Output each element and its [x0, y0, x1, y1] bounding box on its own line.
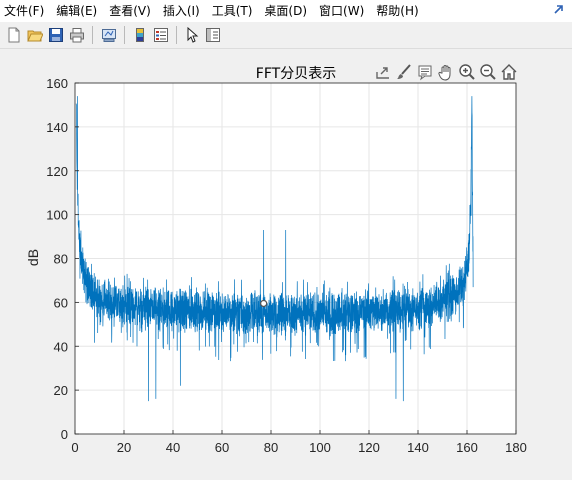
- menu-view[interactable]: 查看(V): [103, 0, 157, 22]
- open-file-icon[interactable]: [25, 25, 45, 45]
- toolbar-separator: [124, 26, 125, 44]
- axes-toolbar: [374, 63, 522, 81]
- brush-icon[interactable]: [395, 63, 413, 81]
- zoom-in-icon[interactable]: [458, 63, 476, 81]
- new-figure-icon[interactable]: [4, 25, 24, 45]
- x-tick-label: 100: [309, 440, 331, 455]
- data-tips-icon[interactable]: [416, 63, 434, 81]
- menu-help[interactable]: 帮助(H): [370, 0, 424, 22]
- save-icon[interactable]: [46, 25, 66, 45]
- x-tick-label: 20: [117, 440, 131, 455]
- x-tick-label: 0: [71, 440, 78, 455]
- link-plot-icon[interactable]: [99, 25, 119, 45]
- menu-bar: 文件(F) 编辑(E) 查看(V) 插入(I) 工具(T) 桌面(D) 窗口(W…: [0, 0, 572, 22]
- home-icon[interactable]: [500, 63, 518, 81]
- y-tick-label: 20: [54, 383, 68, 398]
- zoom-out-icon[interactable]: [479, 63, 497, 81]
- y-tick-label: 40: [54, 339, 68, 354]
- menu-insert[interactable]: 插入(I): [157, 0, 206, 22]
- y-tick-label: 160: [46, 76, 68, 91]
- insert-colorbar-icon[interactable]: [130, 25, 150, 45]
- chart-title: FFT分贝表示: [256, 66, 336, 82]
- x-tick-label: 60: [215, 440, 229, 455]
- x-tick-label: 180: [505, 440, 527, 455]
- y-tick-label: 60: [54, 295, 68, 310]
- x-tick-label: 140: [407, 440, 429, 455]
- data-marker[interactable]: [260, 299, 268, 308]
- pan-hand-icon[interactable]: [437, 63, 455, 81]
- edit-plot-arrow-icon[interactable]: [182, 25, 202, 45]
- x-tick-label: 40: [166, 440, 180, 455]
- menu-tools[interactable]: 工具(T): [206, 0, 259, 22]
- property-inspector-icon[interactable]: [203, 25, 223, 45]
- x-tick-label: 120: [358, 440, 380, 455]
- figure-toolbar: [0, 22, 572, 49]
- x-tick-label: 160: [456, 440, 478, 455]
- y-tick-label: 0: [61, 427, 68, 442]
- dock-arrow-icon[interactable]: [552, 3, 566, 17]
- toolbar-separator: [92, 26, 93, 44]
- insert-legend-icon[interactable]: [151, 25, 171, 45]
- toolbar-separator: [176, 26, 177, 44]
- x-tick-label: 80: [264, 440, 278, 455]
- y-tick-label: 140: [46, 120, 68, 135]
- print-icon[interactable]: [67, 25, 87, 45]
- y-tick-label: 100: [46, 208, 68, 223]
- menu-window[interactable]: 窗口(W): [313, 0, 370, 22]
- menu-edit[interactable]: 编辑(E): [50, 0, 103, 22]
- y-axis-label: dB: [25, 249, 41, 266]
- export-icon[interactable]: [374, 63, 392, 81]
- y-tick-label: 80: [54, 252, 68, 267]
- menu-desktop[interactable]: 桌面(D): [258, 0, 313, 22]
- menu-file[interactable]: 文件(F): [0, 0, 50, 22]
- figure-canvas[interactable]: 0 20 40 60 80 100 120 140 160 180 0 20 40 60 80 100 120 1…: [0, 49, 572, 480]
- y-tick-label: 120: [46, 164, 68, 179]
